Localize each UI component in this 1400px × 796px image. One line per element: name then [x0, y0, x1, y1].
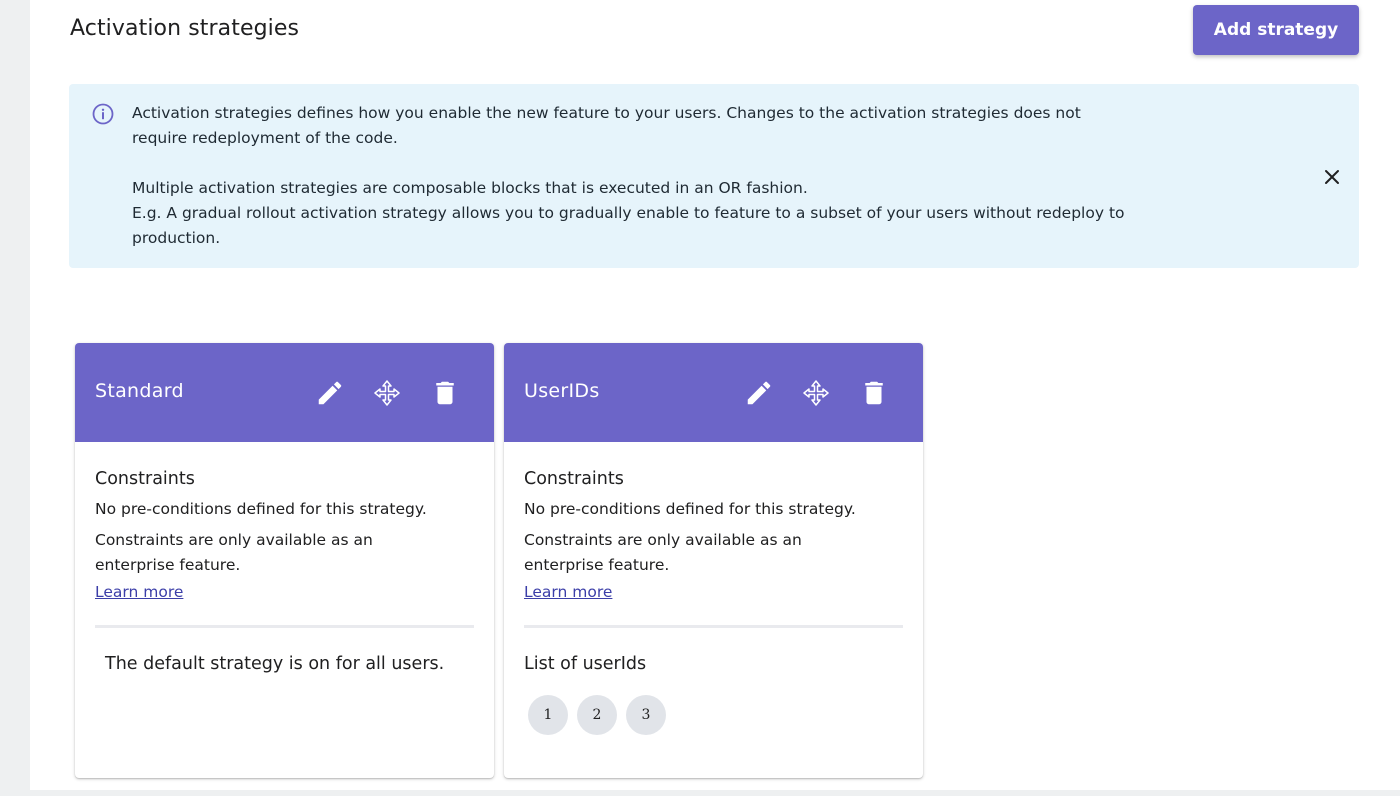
- learn-more-link[interactable]: Learn more: [524, 583, 612, 601]
- info-alert: Activation strategies defines how you en…: [69, 84, 1359, 268]
- strategy-card-header: Standard: [75, 343, 494, 442]
- userid-chip: 3: [626, 695, 666, 735]
- enterprise-note: Constraints are only available as an ent…: [524, 531, 802, 574]
- enterprise-note: Constraints are only available as an ent…: [95, 531, 373, 574]
- info-icon: [92, 103, 114, 125]
- info-alert-message: Activation strategies defines how you en…: [132, 101, 1132, 251]
- constraints-heading: Constraints: [524, 469, 624, 489]
- main-panel: Activation strategies Add strategy Activ…: [30, 0, 1400, 790]
- userids-chip-list: 1 2 3: [528, 695, 666, 735]
- drag-move-icon: [374, 380, 400, 406]
- no-preconditions-text: No pre-conditions defined for this strat…: [524, 500, 856, 518]
- delete-strategy-button[interactable]: [430, 378, 460, 408]
- pencil-icon: [318, 381, 342, 405]
- delete-strategy-button[interactable]: [859, 378, 889, 408]
- strategy-card-standard: Standard Constraints No pre-conditions d…: [75, 343, 494, 778]
- userid-chip: 1: [528, 695, 568, 735]
- edit-strategy-button[interactable]: [315, 378, 345, 408]
- constraints-heading: Constraints: [95, 469, 195, 489]
- close-icon: [1325, 170, 1339, 184]
- drag-strategy-handle[interactable]: [801, 378, 831, 408]
- strategy-title: Standard: [95, 380, 184, 402]
- strategy-description: The default strategy is on for all users…: [105, 654, 445, 674]
- trash-icon: [865, 381, 883, 405]
- pencil-icon: [747, 381, 771, 405]
- info-alert-line: E.g. A gradual rollout activation strate…: [132, 204, 1125, 247]
- page-title: Activation strategies: [70, 16, 300, 41]
- userid-chip: 2: [577, 695, 617, 735]
- close-alert-button[interactable]: [1319, 164, 1345, 190]
- edit-strategy-button[interactable]: [744, 378, 774, 408]
- add-strategy-button[interactable]: Add strategy: [1193, 5, 1359, 55]
- divider: [95, 625, 474, 628]
- info-alert-paragraph: Activation strategies defines how you en…: [132, 104, 1081, 147]
- trash-icon: [436, 381, 454, 405]
- no-preconditions-text: No pre-conditions defined for this strat…: [95, 500, 427, 518]
- info-alert-paragraph: Multiple activation strategies are compo…: [132, 176, 1132, 251]
- info-alert-line: Multiple activation strategies are compo…: [132, 179, 808, 197]
- strategy-title: UserIDs: [524, 380, 600, 402]
- strategy-card-userids: UserIDs Constraints No pre-conditions de…: [504, 343, 923, 778]
- userids-list-heading: List of userIds: [524, 654, 647, 674]
- drag-strategy-handle[interactable]: [372, 378, 402, 408]
- drag-move-icon: [803, 380, 829, 406]
- learn-more-link[interactable]: Learn more: [95, 583, 183, 601]
- divider: [524, 625, 903, 628]
- strategy-card-header: UserIDs: [504, 343, 923, 442]
